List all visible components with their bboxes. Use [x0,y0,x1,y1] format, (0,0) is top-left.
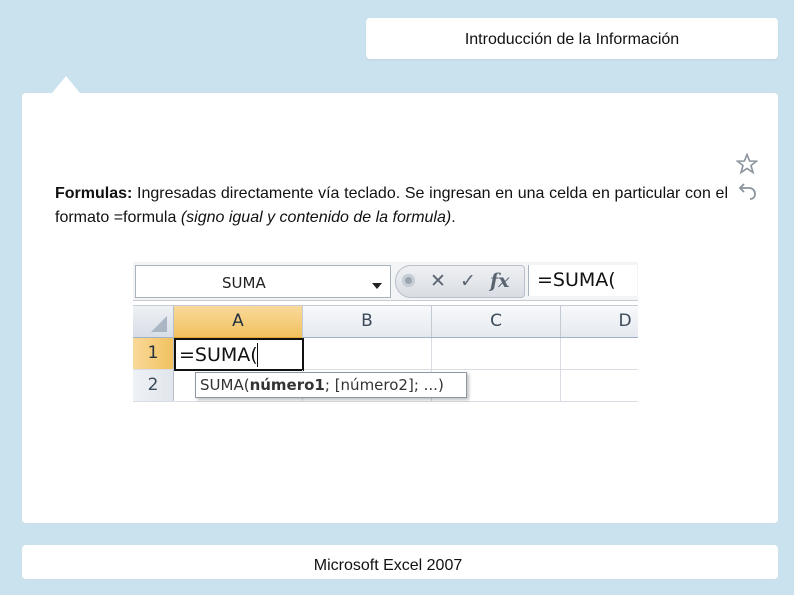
formula-value: =SUMA( [537,269,616,291]
title-box: Introducción de la Información [366,18,778,59]
active-cell-a1[interactable]: =SUMA( [174,338,304,371]
grid-line [560,338,561,369]
column-header-a[interactable]: A [174,306,303,339]
formula-bar: SUMA ✕ ✓ fx =SUMA( [133,262,638,301]
star-icon[interactable] [736,153,758,175]
callout-pointer [52,76,80,93]
text-caret [257,343,258,367]
tooltip-arg1[interactable]: número1 [250,376,325,394]
body-end: . [451,209,456,226]
grid-line [431,338,432,369]
grid-line [560,370,561,401]
column-headers: A B C D [133,305,638,339]
footer-caption: Microsoft Excel 2007 [313,557,463,574]
sheet-row-1: 1 =SUMA( [133,338,638,371]
column-header-c[interactable]: C [432,306,561,337]
tooltip-func: SUMA( [200,376,250,394]
resize-handle-icon[interactable] [402,274,415,287]
column-header-b[interactable]: B [303,306,432,337]
cell-a1-value: =SUMA( [179,344,258,366]
excel-screenshot: SUMA ✕ ✓ fx =SUMA( A B C D 1 =SUMA( 2 SU… [133,262,638,404]
slide-title: Introducción de la Información [464,31,680,48]
name-box[interactable]: SUMA [135,265,391,298]
cancel-icon[interactable]: ✕ [430,270,446,292]
name-box-value: SUMA [222,274,266,292]
row-header-1[interactable]: 1 [133,338,174,369]
tooltip-rest: ; [número2]; ...) [324,376,444,394]
body-paragraph: Formulas: Ingresadas directamente vía te… [55,182,728,230]
formula-input[interactable]: =SUMA( [528,265,637,296]
lead-term: Formulas: [55,185,133,202]
select-all-icon [151,316,167,332]
chevron-down-icon[interactable] [372,283,382,289]
formula-buttons: ✕ ✓ fx [395,265,525,298]
undo-icon[interactable] [737,180,759,202]
row-header-2[interactable]: 2 [133,370,174,401]
select-all-button[interactable] [133,306,174,337]
footer-box: Microsoft Excel 2007 [22,545,778,579]
insert-function-icon[interactable]: fx [490,270,510,292]
column-header-d[interactable]: D [561,306,638,337]
function-tooltip: SUMA(número1; [número2]; ...) [195,372,467,398]
enter-icon[interactable]: ✓ [460,270,476,292]
body-italic: (signo igual y contenido de la formula) [180,209,452,226]
